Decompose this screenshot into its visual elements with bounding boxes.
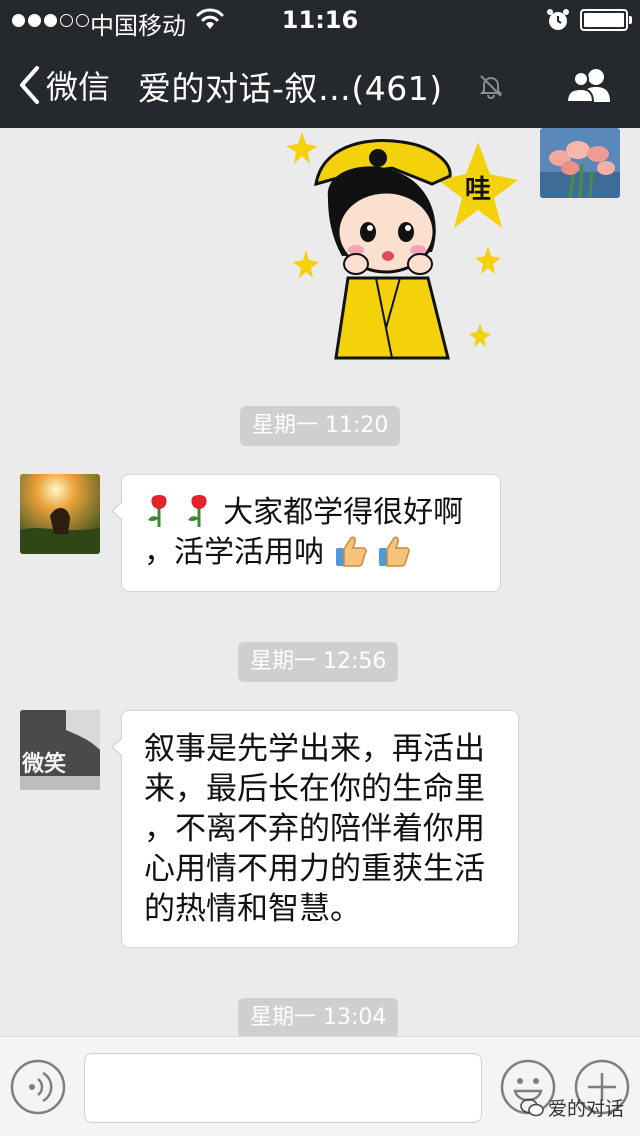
chat-area[interactable]: 哇 星期一 11:20 大家都学得很好啊 ，活学活用呐 星期一 12:56 微笑… xyxy=(0,128,640,1036)
message-input[interactable] xyxy=(84,1053,482,1123)
thumbs-up-icon xyxy=(335,536,367,567)
timestamp: 星期一 12:56 xyxy=(238,642,399,682)
sticker-text: 哇 xyxy=(465,175,491,205)
message-line: 心用情不用力的重获生活 xyxy=(144,851,485,887)
message-line: 大家都学得很好啊 xyxy=(144,493,480,533)
sticker-message[interactable]: 哇 xyxy=(282,128,522,360)
chat-title: 爱的对话-叙…(461) xyxy=(138,69,443,108)
thumbs-up-icon xyxy=(379,536,410,567)
status-bar: 中国移动 11:16 xyxy=(0,0,640,40)
timestamp: 星期一 11:20 xyxy=(240,406,401,446)
message-text: ，活学活用呐 xyxy=(144,535,324,570)
voice-icon[interactable] xyxy=(10,1059,66,1115)
mute-icon xyxy=(479,75,503,99)
message-line: ，不离不弃的陪伴着你用 xyxy=(144,811,485,847)
wechat-logo-icon xyxy=(520,1098,544,1116)
self-avatar[interactable] xyxy=(540,128,620,198)
message-line: 叙事是先学出来，再活出 xyxy=(144,731,485,767)
chevron-left-icon xyxy=(20,66,39,104)
avatar-text: 微笑 xyxy=(22,752,67,777)
alarm-icon xyxy=(547,9,569,30)
top-bar: 中国移动 11:16 微信 爱的对话-叙…(461) xyxy=(0,0,640,128)
message-line: 的热情和智慧。 xyxy=(144,891,361,927)
watermark-text: 爱的对话 xyxy=(548,1098,625,1120)
input-bar xyxy=(0,1036,640,1136)
navigation-bar: 微信 爱的对话-叙…(461) xyxy=(0,40,640,128)
message-line: 来，最后长在你的生命里 xyxy=(144,771,485,807)
message-text: 大家都学得很好啊 xyxy=(223,495,464,530)
watermark: 爱的对话 xyxy=(520,1094,624,1121)
people-icon[interactable] xyxy=(566,66,614,104)
message-bubble[interactable]: 大家都学得很好啊 ，活学活用呐 xyxy=(111,474,501,592)
timestamp: 星期一 13:04 xyxy=(238,998,399,1036)
message-bubble[interactable]: 叙事是先学出来，再活出 来，最后长在你的生命里 ，不离不弃的陪伴着你用 心用情不… xyxy=(111,710,519,948)
back-button[interactable]: 微信 xyxy=(18,62,110,108)
rose-icon xyxy=(148,495,167,527)
rose-icon xyxy=(187,495,207,527)
sender-avatar[interactable]: 微笑 xyxy=(20,710,100,790)
battery-icon xyxy=(580,9,632,31)
clock-time: 11:16 xyxy=(281,6,359,34)
sender-avatar[interactable] xyxy=(20,474,100,554)
back-label: 微信 xyxy=(46,68,111,106)
message-line: ，活学活用呐 xyxy=(144,533,480,573)
